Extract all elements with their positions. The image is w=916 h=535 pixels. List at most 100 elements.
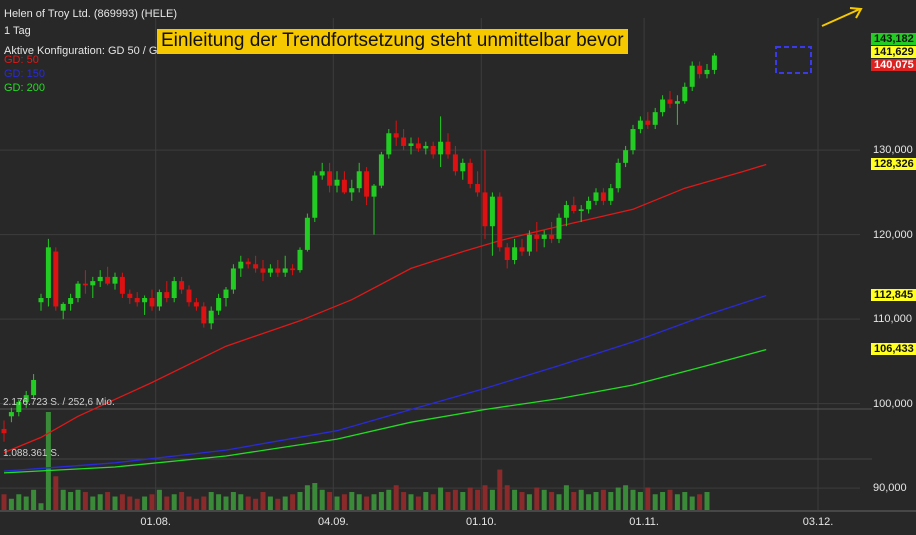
candle-body bbox=[267, 268, 273, 273]
y-tick-label: 110,000 bbox=[873, 313, 912, 326]
candle-body bbox=[208, 310, 214, 324]
candle-body bbox=[1, 428, 7, 434]
x-tick-label: 01.10. bbox=[466, 516, 497, 528]
volume-bar bbox=[31, 489, 37, 510]
candle-body bbox=[711, 55, 717, 70]
volume-bar bbox=[401, 492, 407, 510]
chart-background bbox=[0, 0, 916, 535]
price-label: 106,433 bbox=[871, 343, 916, 356]
volume-bar bbox=[534, 487, 540, 510]
volume-bar bbox=[593, 492, 599, 510]
candle-body bbox=[541, 234, 547, 239]
candle-body bbox=[586, 200, 592, 210]
chart-panel: Helen of Troy Ltd. (869993) (HELE) 1 Tag… bbox=[0, 0, 916, 535]
candle-body bbox=[637, 120, 643, 130]
candle-body bbox=[134, 298, 140, 303]
candle-body bbox=[415, 143, 421, 149]
candle-body bbox=[112, 276, 118, 284]
volume-bar bbox=[341, 494, 347, 510]
volume-bar bbox=[245, 496, 251, 510]
volume-bar bbox=[623, 485, 629, 510]
candle-body bbox=[378, 154, 384, 186]
candle-body bbox=[245, 261, 251, 265]
candle-body bbox=[304, 217, 310, 250]
legend-gd200: GD: 200 bbox=[4, 82, 45, 94]
candle-body bbox=[482, 192, 488, 227]
volume-bar bbox=[75, 489, 81, 510]
candle-body bbox=[97, 276, 103, 282]
volume-bar bbox=[393, 485, 399, 510]
volume-bar bbox=[1, 494, 7, 510]
candle-body bbox=[430, 145, 436, 155]
candle-body bbox=[334, 179, 340, 186]
candle-body bbox=[393, 133, 399, 138]
volume-bar bbox=[600, 489, 606, 510]
candle-body bbox=[82, 283, 88, 286]
candle-body bbox=[275, 268, 281, 273]
volume-bar bbox=[697, 494, 703, 510]
candle-body bbox=[667, 99, 673, 104]
candle-body bbox=[556, 217, 562, 239]
candle-body bbox=[704, 69, 710, 75]
volume-bar bbox=[119, 494, 125, 510]
volume-bar bbox=[467, 487, 473, 510]
volume-bar bbox=[652, 494, 658, 510]
candle-body bbox=[445, 141, 451, 155]
candle-body bbox=[238, 261, 244, 269]
volume-bar bbox=[415, 496, 421, 510]
volume-bar bbox=[615, 487, 621, 510]
volume-bar bbox=[504, 485, 510, 510]
volume-bar bbox=[497, 469, 503, 510]
price-label: 128,326 bbox=[871, 158, 916, 171]
volume-bar bbox=[230, 492, 236, 510]
price-label: 140,075 bbox=[871, 59, 916, 72]
volume-bar bbox=[60, 489, 66, 510]
volume-bar bbox=[201, 496, 207, 510]
volume-bar bbox=[304, 485, 310, 510]
candle-body bbox=[349, 188, 355, 193]
legend-gd150: GD: 150 bbox=[4, 68, 45, 80]
candle-body bbox=[475, 183, 481, 193]
volume-bar bbox=[16, 494, 22, 510]
candle-body bbox=[645, 120, 651, 125]
candle-body bbox=[201, 306, 207, 324]
candle-body bbox=[386, 133, 392, 155]
candle-body bbox=[452, 154, 458, 172]
volume-bar bbox=[171, 494, 177, 510]
candle-body bbox=[504, 247, 510, 260]
candle-body bbox=[186, 289, 192, 303]
candle-body bbox=[660, 99, 666, 113]
volume-bar bbox=[156, 489, 162, 510]
volume-bar bbox=[334, 496, 340, 510]
candle-body bbox=[156, 292, 162, 307]
candle-body bbox=[371, 185, 377, 197]
volume-bar bbox=[223, 496, 229, 510]
candle-body bbox=[549, 234, 555, 239]
volume-bar bbox=[327, 492, 333, 510]
volume-bar bbox=[282, 496, 288, 510]
candle-body bbox=[571, 205, 577, 211]
candle-body bbox=[127, 293, 133, 299]
volume-bar bbox=[90, 496, 96, 510]
volume-bar bbox=[549, 492, 555, 510]
y-tick-label: 100,000 bbox=[873, 397, 913, 410]
volume-bar bbox=[349, 492, 355, 510]
candle-body bbox=[341, 179, 347, 193]
volume-max-label: 2.176.723 S. / 252,6 Mio. bbox=[3, 397, 115, 408]
price-chart bbox=[0, 0, 916, 535]
candle-body bbox=[90, 281, 96, 286]
volume-bar bbox=[364, 496, 370, 510]
candle-body bbox=[497, 196, 503, 248]
volume-bar bbox=[216, 494, 222, 510]
legend-gd50: GD: 50 bbox=[4, 54, 39, 66]
candle-body bbox=[149, 298, 155, 307]
volume-bar bbox=[563, 485, 569, 510]
candle-body bbox=[297, 249, 303, 271]
candle-body bbox=[60, 303, 66, 311]
candle-body bbox=[68, 298, 74, 304]
volume-bar bbox=[660, 492, 666, 510]
volume-bar bbox=[134, 498, 140, 510]
candle-body bbox=[467, 162, 473, 184]
volume-bar bbox=[275, 498, 281, 510]
volume-bar bbox=[186, 496, 192, 510]
